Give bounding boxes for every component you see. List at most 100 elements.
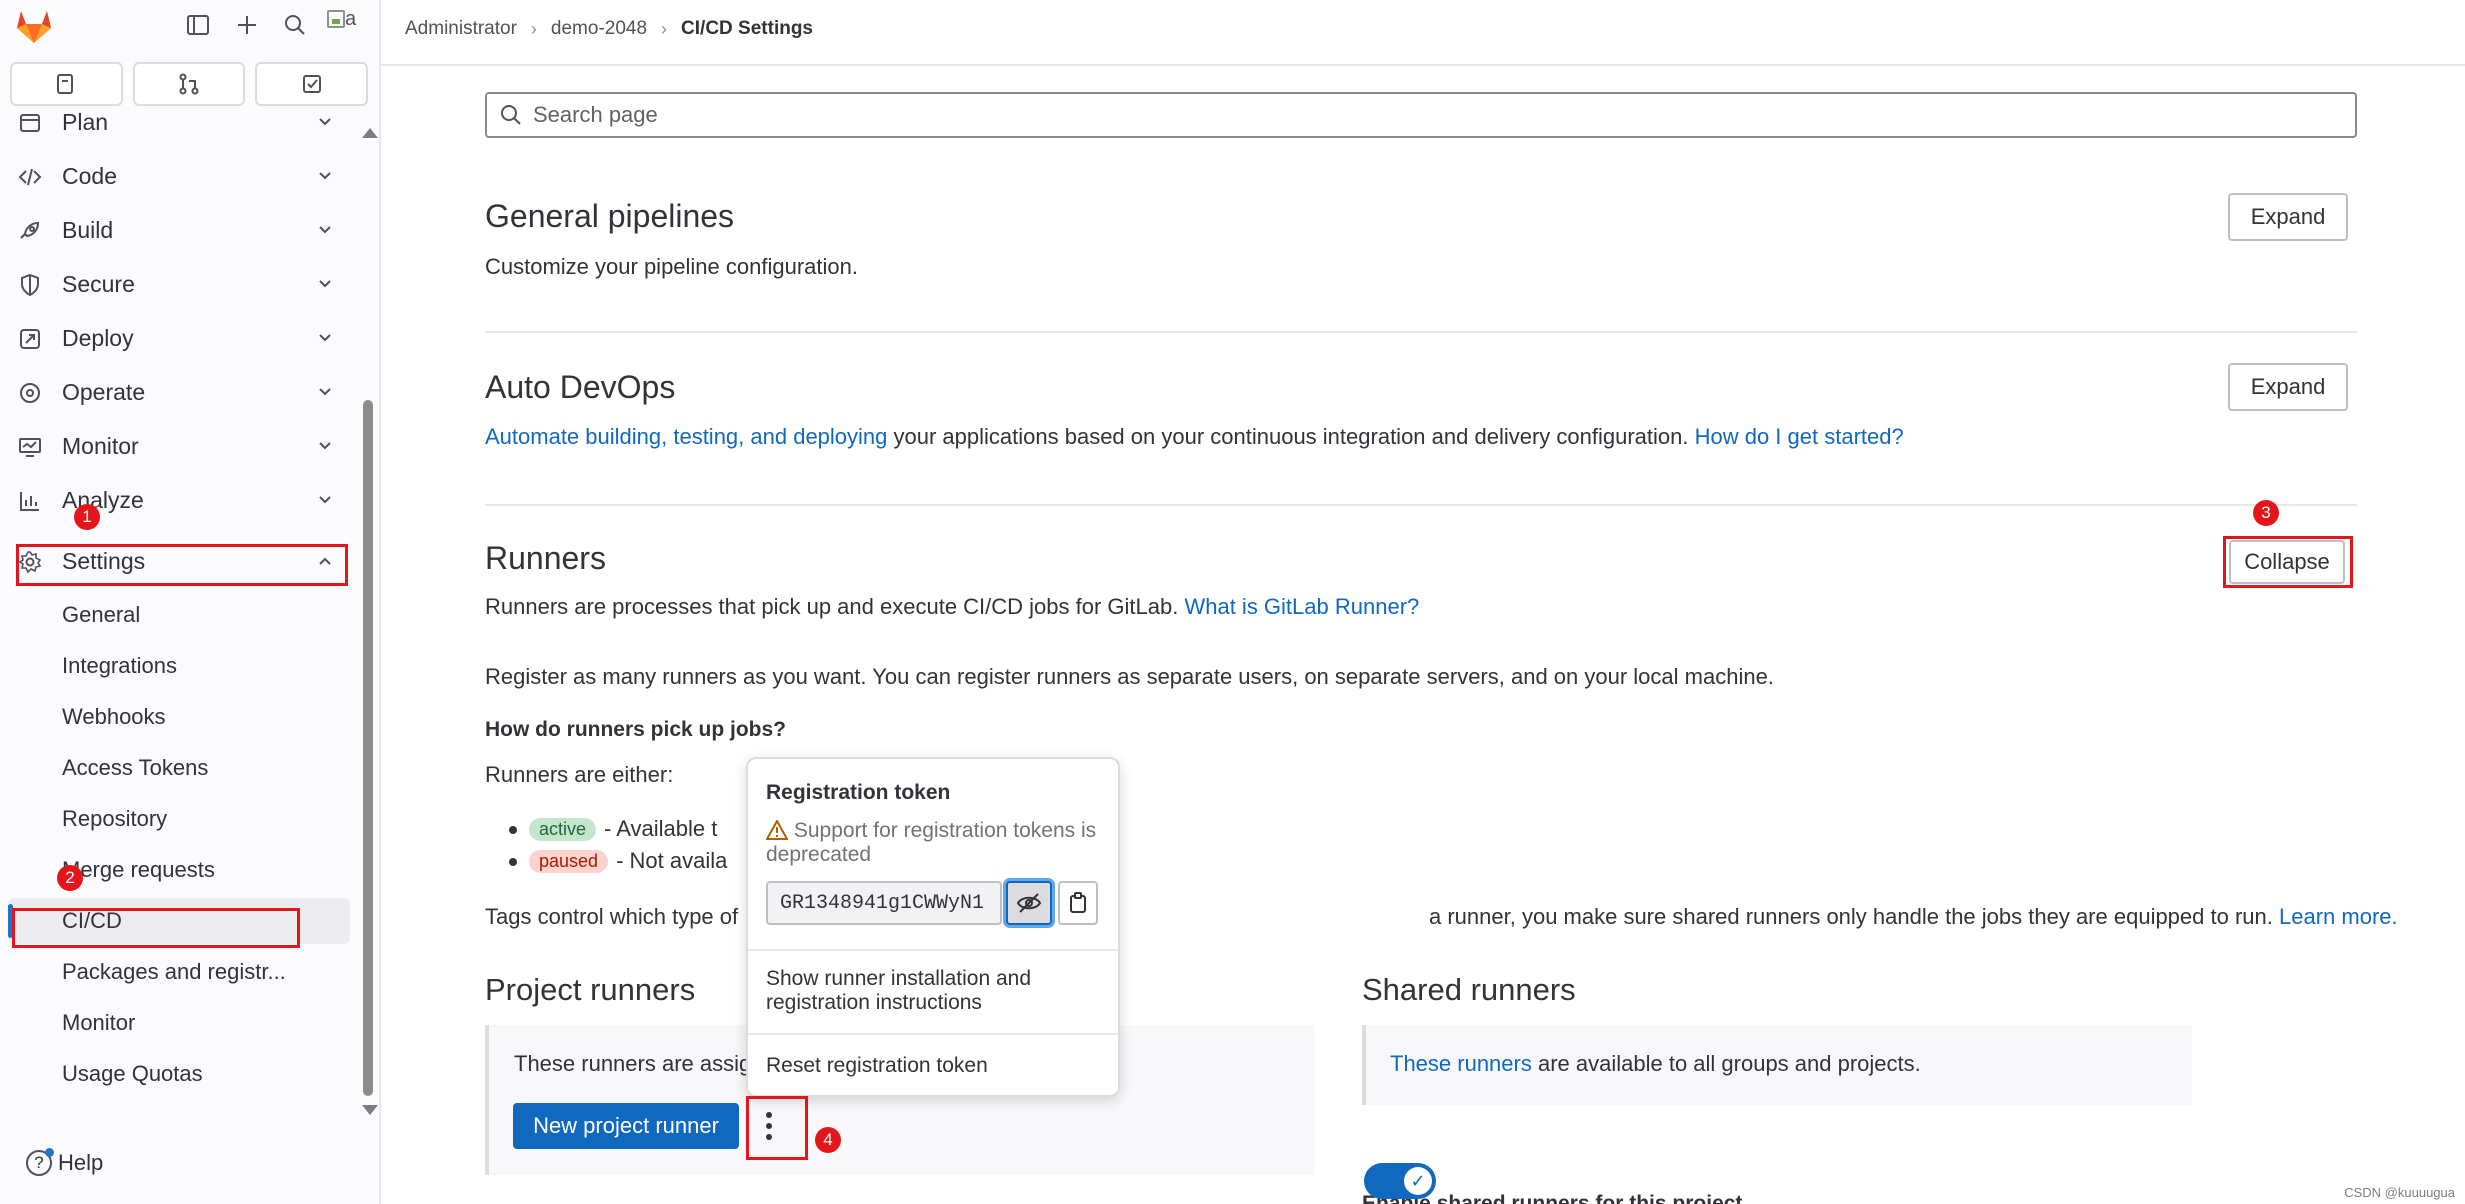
copy-icon[interactable]	[1058, 881, 1098, 925]
rocket-icon	[18, 219, 42, 243]
breadcrumb-current: CI/CD Settings	[681, 18, 813, 39]
help-icon: ?	[26, 1148, 54, 1176]
analyze-icon	[18, 489, 42, 513]
sidebar-item-integrations[interactable]: Integrations	[0, 643, 350, 689]
chevron-down-icon	[316, 275, 334, 293]
tags-text-end-span: a runner, you make sure shared runners o…	[1429, 904, 2279, 929]
nav-item-plan[interactable]: Plan	[0, 99, 350, 145]
section-title-general-pipelines: General pipelines	[485, 198, 735, 234]
sidebar-item-merge-requests[interactable]: Merge requests	[0, 847, 350, 893]
annotation-box-cicd	[12, 908, 300, 948]
sub-label: Integrations	[62, 653, 177, 678]
nav-label: Operate	[62, 378, 146, 405]
enable-shared-runners-toggle[interactable]: ✓	[1364, 1163, 1436, 1199]
sidebar-scrollbar[interactable]	[360, 120, 378, 1120]
nav-item-deploy[interactable]: Deploy	[0, 315, 350, 361]
sidebar-toggle-icon[interactable]	[183, 10, 213, 40]
registration-token-popover: Registration token Support for registrat…	[746, 757, 1120, 1097]
project-runners-info-text: These runners are assig	[514, 1051, 752, 1076]
list-item: paused - Not availa	[509, 848, 728, 874]
nav-item-monitor[interactable]: Monitor	[0, 423, 350, 469]
eye-slash-icon[interactable]	[1006, 881, 1052, 925]
search-input[interactable]	[533, 102, 2233, 128]
watermark: CSDN @kuuuugua	[2344, 1185, 2455, 1200]
expand-auto-devops-button[interactable]: Expand	[2228, 363, 2348, 411]
scroll-down-arrow-icon[interactable]	[362, 1105, 378, 1115]
help-button[interactable]: ? Help	[26, 1148, 103, 1176]
sidebar-item-general[interactable]: General	[0, 592, 350, 638]
nav-label: Analyze	[62, 486, 144, 513]
sub-label: Repository	[62, 806, 168, 831]
bullet-dot	[509, 826, 517, 834]
nav-item-operate[interactable]: Operate	[0, 369, 350, 415]
popover-divider	[748, 949, 1118, 951]
shared-runners-title: Shared runners	[1362, 972, 1576, 1007]
main-content: General pipelines Customize your pipelin…	[381, 66, 2465, 1204]
register-runners-text: Register as many runners as you want. Yo…	[485, 664, 1774, 689]
nav-item-analyze[interactable]: Analyze	[0, 477, 350, 523]
nav-item-build[interactable]: Build	[0, 207, 350, 253]
annotation-box-collapse	[2223, 536, 2353, 588]
annotation-number: 1	[74, 504, 100, 530]
these-runners-link[interactable]: These runners	[1390, 1051, 1532, 1076]
sidebar-item-monitor[interactable]: Monitor	[0, 1000, 350, 1046]
auto-devops-text: your applications based on your continuo…	[887, 424, 1695, 449]
nav-label: Build	[62, 216, 114, 243]
nav-item-code[interactable]: Code	[0, 153, 350, 199]
bullet-dot	[509, 858, 517, 866]
get-started-link[interactable]: How do I get started?	[1695, 424, 1904, 449]
list-item: active - Available t	[509, 816, 718, 842]
sidebar-item-usage-quotas[interactable]: Usage Quotas	[0, 1051, 350, 1097]
sub-label: Packages and registr...	[62, 959, 286, 984]
warning-icon	[766, 820, 788, 840]
scrollbar-thumb[interactable]	[363, 400, 373, 1096]
section-desc-auto-devops: Automate building, testing, and deployin…	[485, 424, 1904, 450]
status-badge-paused: paused	[529, 849, 609, 873]
breadcrumb-item[interactable]: Administrator	[405, 18, 517, 40]
warning-text: Support for registration tokens is depre…	[766, 819, 1097, 866]
plus-icon[interactable]	[232, 10, 262, 40]
nav-label: Secure	[62, 270, 135, 297]
shield-icon	[18, 273, 42, 297]
chevron-down-icon	[316, 437, 334, 455]
sidebar: a Plan Code Build Secure Deploy Operate …	[0, 0, 381, 1204]
registration-token-field[interactable]: GR1348941g1CWWyN1	[766, 881, 1002, 925]
breadcrumb-separator-icon: ›	[661, 18, 668, 39]
active-desc: - Available t	[604, 816, 718, 841]
sidebar-item-packages[interactable]: Packages and registr...	[0, 949, 350, 995]
tags-text-end: a runner, you make sure shared runners o…	[1429, 904, 2398, 930]
sidebar-item-access-tokens[interactable]: Access Tokens	[0, 745, 350, 791]
sub-label: Merge requests	[62, 857, 215, 882]
automate-link[interactable]: Automate building, testing, and deployin…	[485, 424, 887, 449]
learn-more-link[interactable]: Learn more.	[2279, 904, 2398, 929]
search-icon	[499, 103, 523, 127]
sidebar-item-repository[interactable]: Repository	[0, 796, 350, 842]
status-badge-active: active	[529, 817, 597, 841]
breadcrumb-item[interactable]: demo-2048	[551, 18, 647, 40]
paused-desc: - Not availa	[616, 848, 728, 873]
expand-general-pipelines-button[interactable]: Expand	[2228, 193, 2348, 241]
sub-label: Webhooks	[62, 704, 166, 729]
sidebar-item-webhooks[interactable]: Webhooks	[0, 694, 350, 740]
what-is-runner-link[interactable]: What is GitLab Runner?	[1184, 594, 1419, 619]
annotation-number: 2	[57, 865, 83, 891]
scroll-up-arrow-icon[interactable]	[362, 128, 378, 138]
reset-registration-token-item[interactable]: Reset registration token	[766, 1054, 1106, 1078]
search-field[interactable]	[485, 92, 2357, 138]
annotation-box-settings	[16, 544, 348, 586]
chevron-down-icon	[316, 383, 334, 401]
avatar[interactable]: a	[327, 8, 361, 38]
section-title-runners: Runners	[485, 540, 606, 576]
show-runner-instructions-item[interactable]: Show runner installation and registratio…	[766, 967, 1106, 1015]
gitlab-logo-icon[interactable]	[14, 6, 54, 46]
check-icon: ✓	[1404, 1167, 1432, 1195]
sidebar-top: a	[0, 0, 381, 52]
nav-label: Code	[62, 162, 117, 189]
tags-text-start: Tags control which type of	[485, 904, 739, 929]
avatar-alt-text: a	[345, 8, 357, 30]
nav-item-secure[interactable]: Secure	[0, 261, 350, 307]
runners-either-text: Runners are either:	[485, 762, 674, 787]
new-project-runner-button[interactable]: New project runner	[513, 1103, 739, 1149]
search-icon[interactable]	[280, 10, 310, 40]
chevron-down-icon	[316, 329, 334, 347]
